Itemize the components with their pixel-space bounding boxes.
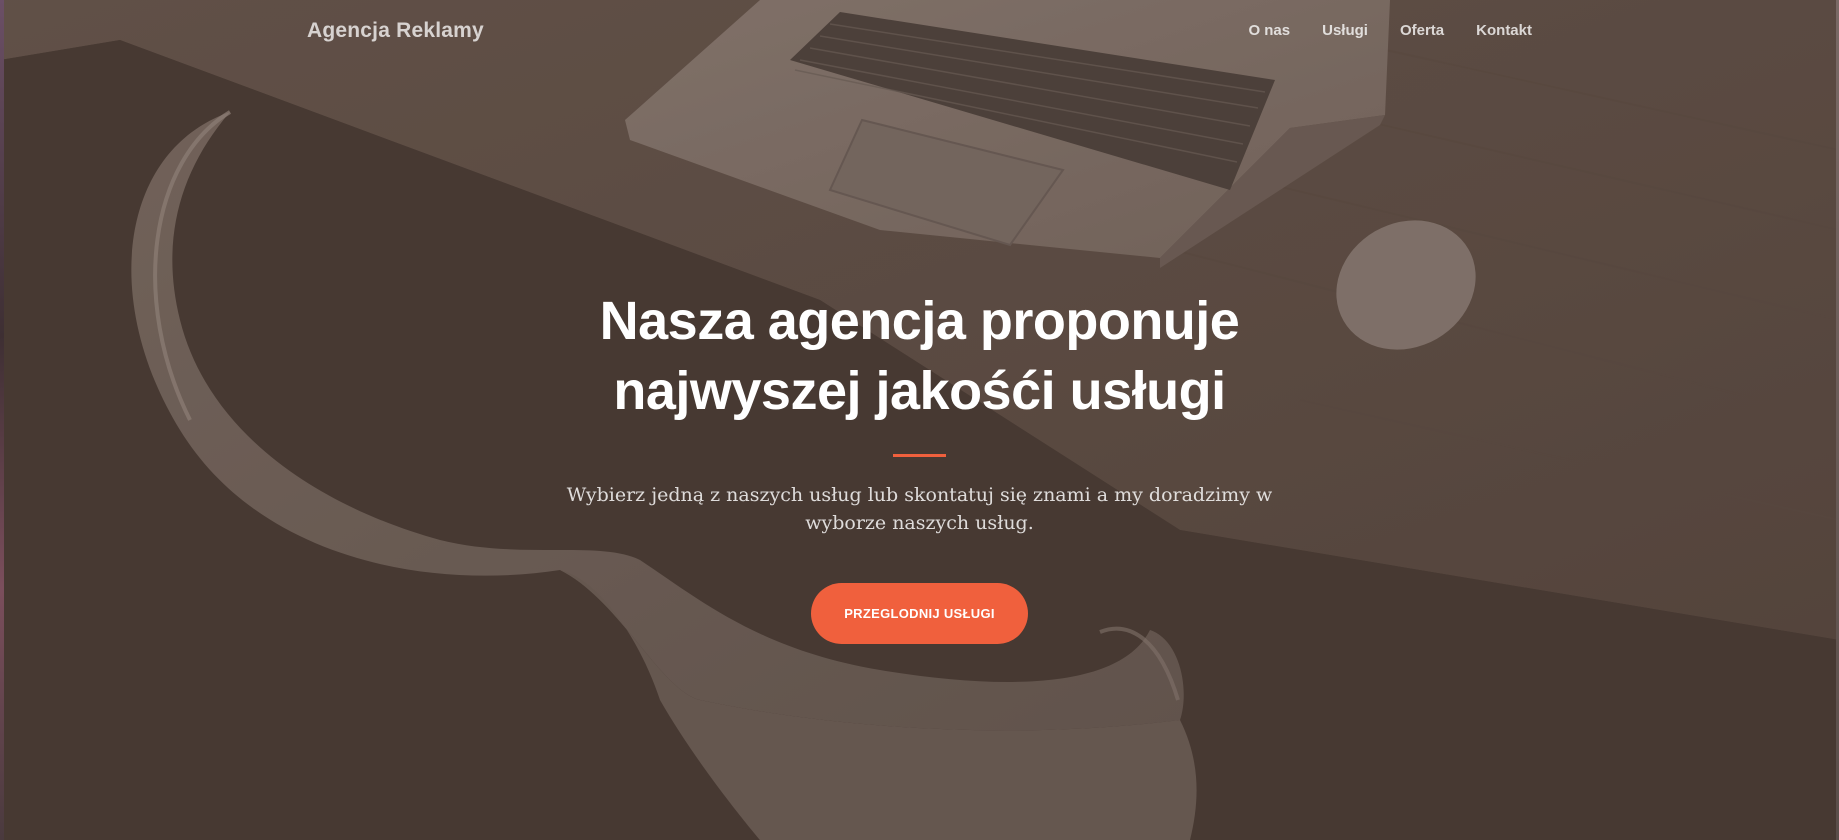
brand-logo-link[interactable]: Agencja Reklamy <box>307 19 484 43</box>
nav-link-oferta[interactable]: Oferta <box>1400 22 1444 39</box>
nav-link-kontakt[interactable]: Kontakt <box>1476 22 1532 39</box>
hero-divider <box>893 454 946 457</box>
hero-subtitle: Wybierz jedną z naszych usług lub skonta… <box>566 484 1273 534</box>
hero-heading-line-2: najwyszej jakośći usługi <box>613 361 1226 421</box>
nav-menu: O nas Usługi Oferta Kontakt <box>1248 22 1532 39</box>
nav-link-o-nas[interactable]: O nas <box>1248 22 1290 39</box>
hero-heading: Nasza agencja proponuje najwyszej jakość… <box>540 286 1300 426</box>
hero-section: Nasza agencja proponuje najwyszej jakość… <box>0 286 1839 644</box>
hero-heading-line-1: Nasza agencja proponuje <box>599 291 1240 351</box>
browse-services-button[interactable]: PRZEGLODNIJ USŁUGI <box>811 583 1028 644</box>
nav-link-uslugi[interactable]: Usługi <box>1322 22 1368 39</box>
landing-page: Agencja Reklamy O nas Usługi Oferta Kont… <box>0 0 1839 840</box>
main-navbar: Agencja Reklamy O nas Usługi Oferta Kont… <box>0 0 1839 64</box>
